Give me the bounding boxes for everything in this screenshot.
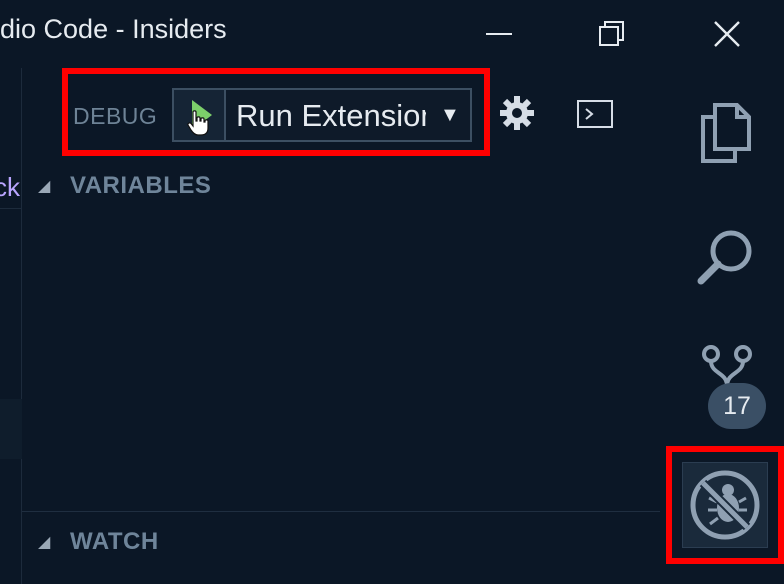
- debug-view-button[interactable]: [682, 462, 768, 548]
- collapse-triangle-icon: ◢: [38, 534, 51, 551]
- watch-title: WATCH: [70, 528, 159, 555]
- search-button[interactable]: [690, 222, 760, 292]
- editor-line-highlight: [0, 399, 22, 459]
- section-divider: [22, 511, 660, 512]
- minimize-button[interactable]: [470, 10, 530, 58]
- watch-section-header[interactable]: ◢ WATCH: [38, 524, 159, 560]
- window-title: dio Code - Insiders: [0, 14, 227, 44]
- gear-icon: [500, 96, 534, 130]
- minimize-icon: [486, 33, 512, 35]
- title-bar: dio Code - Insiders: [0, 0, 784, 68]
- editor-divider: [0, 208, 22, 209]
- close-icon: [714, 21, 740, 47]
- debug-toolbar-highlight: [62, 68, 490, 156]
- close-button[interactable]: [697, 10, 757, 58]
- editor-tab-fragment[interactable]: ck: [0, 172, 20, 203]
- terminal-icon: [577, 100, 613, 128]
- explorer-button[interactable]: [690, 96, 760, 170]
- no-debug-icon: [690, 470, 760, 540]
- source-control-badge: 17: [708, 383, 766, 429]
- source-control-icon: [702, 345, 752, 387]
- search-icon: [697, 230, 752, 285]
- variables-title: VARIABLES: [70, 172, 212, 199]
- debug-console-button[interactable]: [572, 94, 618, 134]
- debug-settings-button[interactable]: [494, 90, 540, 136]
- variables-section-header[interactable]: ◢ VARIABLES: [38, 168, 211, 204]
- files-icon: [701, 103, 751, 163]
- collapse-triangle-icon: ◢: [38, 178, 51, 195]
- restore-button[interactable]: [582, 10, 642, 58]
- restore-icon: [599, 21, 624, 46]
- editor-edge: ck: [0, 68, 22, 584]
